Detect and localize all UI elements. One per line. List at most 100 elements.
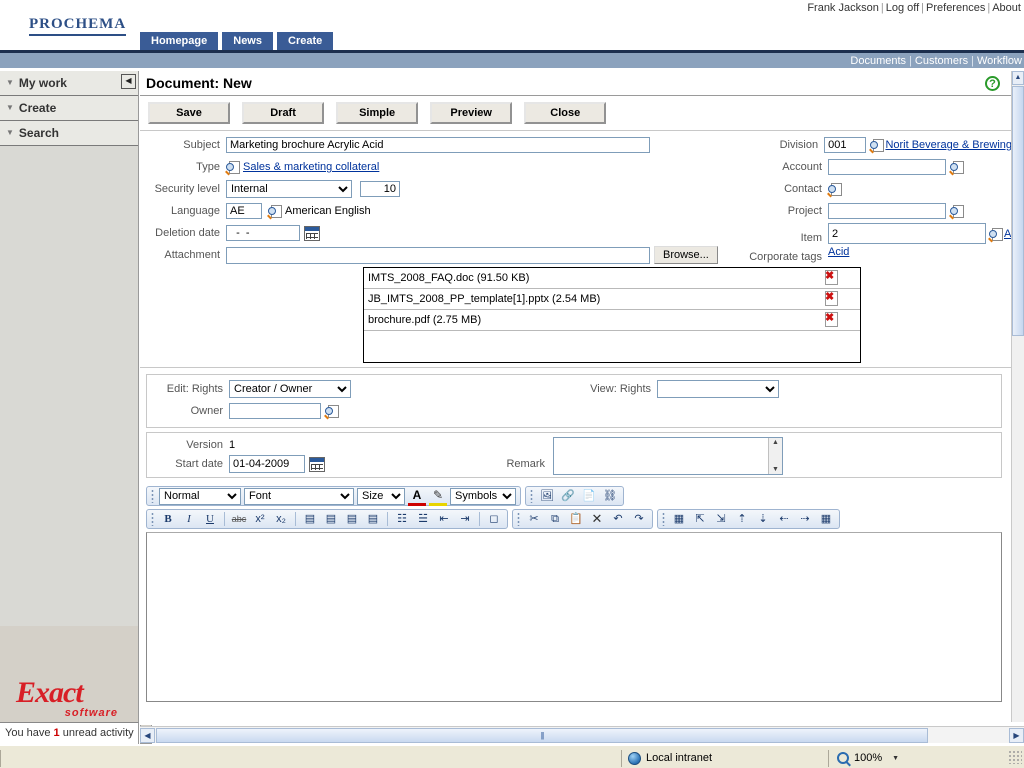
security-zone-area[interactable]: Local intranet	[621, 749, 828, 767]
account-input[interactable]	[828, 159, 946, 175]
remark-textarea[interactable]: ▲ ▼	[553, 437, 783, 475]
hyperlink-icon[interactable]: 🔗	[559, 488, 577, 504]
simple-button[interactable]: Simple	[336, 102, 419, 124]
justify-icon[interactable]: ▤	[364, 511, 382, 527]
align-right-icon[interactable]: ▤	[343, 511, 361, 527]
vertical-scroll-thumb[interactable]	[1012, 86, 1024, 336]
insert-table-icon[interactable]: ▦	[670, 511, 688, 527]
drag-handle-icon[interactable]	[662, 512, 665, 526]
project-input[interactable]	[828, 203, 946, 219]
delete-attachment-icon[interactable]	[825, 311, 838, 327]
paste-icon[interactable]: 📋	[567, 511, 585, 527]
scroll-up-icon[interactable]: ▲	[769, 439, 782, 446]
preferences-link[interactable]: Preferences	[926, 2, 985, 14]
deletion-date-input[interactable]	[226, 225, 300, 241]
help-icon[interactable]: ?	[985, 76, 1000, 91]
unlink-icon[interactable]: ⛓	[601, 488, 619, 504]
outdent-icon[interactable]: ⇤	[435, 511, 453, 527]
zoom-area[interactable]: 100% ▼	[828, 749, 957, 767]
font-size-select[interactable]: Size	[357, 487, 405, 505]
attachment-row[interactable]: IMTS_2008_FAQ.doc (91.50 KB)	[364, 268, 860, 289]
clear-format-icon[interactable]: ◻	[485, 511, 503, 527]
table-properties-icon[interactable]: ▦	[817, 511, 835, 527]
resize-grip-icon[interactable]	[1008, 750, 1022, 764]
division-code-input[interactable]	[824, 137, 867, 153]
font-color-icon[interactable]: A	[408, 487, 426, 506]
attachment-path-input[interactable]	[226, 246, 650, 264]
numbered-list-icon[interactable]: ☱	[414, 511, 432, 527]
tab-homepage[interactable]: Homepage	[140, 32, 219, 52]
calendar-icon[interactable]	[309, 456, 325, 472]
security-level-select[interactable]: Internal	[226, 180, 352, 198]
attachment-row[interactable]: JB_IMTS_2008_PP_template[1].pptx (2.54 M…	[364, 289, 860, 310]
highlight-color-icon[interactable]: ✎	[429, 487, 447, 506]
delete-attachment-icon[interactable]	[825, 269, 838, 285]
draft-button[interactable]: Draft	[242, 102, 325, 124]
superscript-icon[interactable]: x²	[251, 511, 269, 527]
language-code-input[interactable]	[226, 203, 262, 219]
copy-icon[interactable]: ⧉	[546, 511, 564, 527]
underline-icon[interactable]: U	[201, 511, 219, 527]
close-button[interactable]: Close	[524, 102, 607, 124]
editor-content-area[interactable]	[146, 532, 1002, 702]
align-left-icon[interactable]: ▤	[301, 511, 319, 527]
account-lookup-icon[interactable]	[949, 160, 964, 176]
drag-handle-icon[interactable]	[151, 489, 154, 503]
subscript-icon[interactable]: x₂	[272, 511, 290, 527]
logoff-link[interactable]: Log off	[886, 2, 919, 14]
calendar-icon[interactable]	[304, 225, 320, 241]
view-rights-select[interactable]	[657, 380, 779, 398]
redo-icon[interactable]: ↷	[630, 511, 648, 527]
insert-row-below-icon[interactable]: ⇲	[712, 511, 730, 527]
unread-activity-notice[interactable]: You have 1 unread activity	[0, 722, 139, 744]
font-family-select[interactable]: Font	[244, 487, 354, 505]
module-link-documents[interactable]: Documents	[850, 55, 906, 67]
remark-scrollbar[interactable]: ▲ ▼	[768, 438, 782, 474]
insert-col-left-icon[interactable]: ⇠	[775, 511, 793, 527]
bullet-list-icon[interactable]: ☷	[393, 511, 411, 527]
scroll-up-button[interactable]: ▲	[1012, 71, 1024, 85]
save-button[interactable]: Save	[148, 102, 230, 124]
sidebar-item-create[interactable]: ▼ Create	[0, 96, 138, 121]
scroll-left-button[interactable]: ◀	[140, 727, 155, 743]
strikethrough-icon[interactable]: abc	[230, 511, 248, 527]
delete-attachment-icon[interactable]	[825, 290, 838, 306]
align-center-icon[interactable]: ▤	[322, 511, 340, 527]
undo-icon[interactable]: ↶	[609, 511, 627, 527]
scroll-right-button[interactable]: ▶	[1009, 727, 1024, 743]
about-link[interactable]: About	[992, 2, 1021, 14]
scroll-down-icon[interactable]: ▼	[769, 466, 782, 473]
tab-news[interactable]: News	[222, 32, 273, 52]
indent-icon[interactable]: ⇥	[456, 511, 474, 527]
division-name-link[interactable]: Norit Beverage & Brewing	[885, 139, 1012, 151]
language-lookup-icon[interactable]	[267, 204, 282, 220]
delete-row-icon[interactable]: ⇡	[733, 511, 751, 527]
tab-create[interactable]: Create	[277, 32, 334, 52]
insert-col-right-icon[interactable]: ⇢	[796, 511, 814, 527]
type-lookup-icon[interactable]	[225, 160, 240, 176]
preview-button[interactable]: Preview	[430, 102, 513, 124]
browse-button[interactable]: Browse...	[654, 246, 718, 264]
item-lookup-icon[interactable]	[988, 227, 1003, 242]
insert-row-above-icon[interactable]: ⇱	[691, 511, 709, 527]
module-link-workflow[interactable]: Workflow	[977, 55, 1022, 67]
edit-rights-select[interactable]: Creator / Owner	[229, 380, 351, 398]
italic-icon[interactable]: I	[180, 511, 198, 527]
image-icon[interactable]: 🖼	[538, 488, 556, 504]
horizontal-scrollbar[interactable]: ◀ ▶	[140, 726, 1024, 743]
type-value-link[interactable]: Sales & marketing collateral	[243, 161, 379, 173]
paragraph-style-select[interactable]: Normal	[159, 487, 241, 505]
delete-icon[interactable]: ✕	[588, 511, 606, 527]
sidebar-item-my-work[interactable]: ▼ My work	[0, 71, 138, 96]
division-lookup-icon[interactable]	[869, 138, 885, 154]
vertical-scrollbar[interactable]: ▲	[1011, 71, 1024, 722]
attachment-row[interactable]: brochure.pdf (2.75 MB)	[364, 310, 860, 331]
start-date-input[interactable]	[229, 455, 305, 473]
bold-icon[interactable]: B	[159, 511, 177, 527]
chevron-down-icon[interactable]: ▼	[892, 755, 899, 762]
symbols-select[interactable]: Symbols	[450, 487, 516, 505]
security-level-number-input[interactable]	[360, 181, 400, 197]
item-sub-link[interactable]: Acid	[828, 246, 1011, 258]
sidebar-collapse-button[interactable]: ◀	[121, 74, 136, 89]
delete-column-icon[interactable]: ⇣	[754, 511, 772, 527]
